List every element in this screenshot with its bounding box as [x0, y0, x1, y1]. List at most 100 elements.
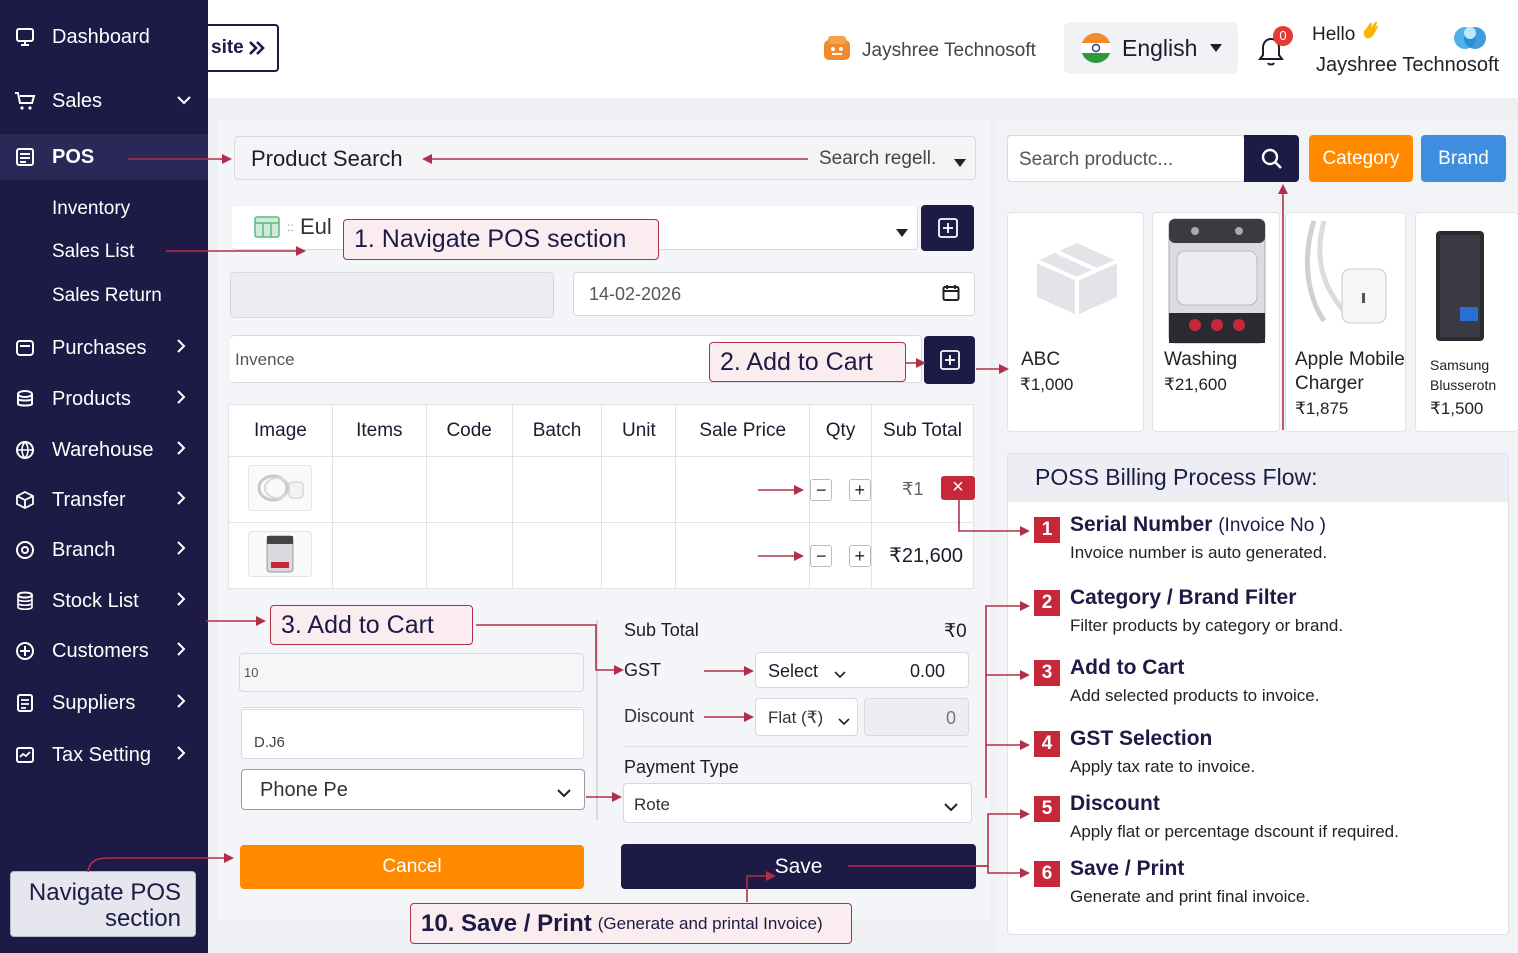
step-description: Filter products by category or brand. [1070, 616, 1344, 635]
sidebar-item-purchases[interactable]: Purchases [0, 325, 208, 371]
greeting: Hello [1312, 20, 1381, 46]
reference-field[interactable] [230, 272, 554, 318]
qty-decrement-button[interactable]: − [810, 478, 833, 501]
sub-total-value: ₹0 [944, 621, 967, 642]
product-card-washing[interactable]: Washing ₹21,600 [1152, 212, 1280, 432]
sidebar-item-products[interactable]: Products [0, 376, 208, 422]
callout-add-to-cart-3: 3. Add to Cart [270, 605, 473, 645]
step-title-note: (Invoice No ) [1218, 515, 1326, 536]
user-avatar[interactable] [1452, 22, 1488, 59]
caret-down-icon [896, 224, 908, 242]
sidebar-item-dashboard[interactable]: Dashboard [0, 14, 208, 60]
product-name: ABC [1021, 349, 1061, 370]
product-card-samsung[interactable]: Samsung Blusserotn ₹1,500 [1415, 212, 1518, 432]
shipping-field[interactable]: D.J6 [241, 707, 584, 759]
brand-filter-button[interactable]: Brand [1421, 135, 1506, 182]
chevron-right-icon [176, 540, 186, 561]
product-card-apple-charger[interactable]: Apple Mobile Charger ₹1,875 [1285, 212, 1406, 432]
step-number: 6 [1034, 861, 1060, 887]
sidebar-item-pos[interactable]: POS [0, 134, 208, 180]
stack-icon [14, 590, 36, 612]
search-button[interactable] [1244, 135, 1299, 182]
product-card-abc[interactable]: ABC ₹1,000 [1007, 212, 1144, 432]
product-search-input-placeholder: Search productc... [1019, 149, 1174, 170]
branch-icon [14, 539, 36, 561]
sidebar-item-suppliers[interactable]: Suppliers [0, 680, 208, 726]
document-icon [14, 146, 36, 168]
company-name: Jayshree Technosoft [862, 40, 1036, 61]
sidebar-item-transfer[interactable]: Transfer [0, 477, 208, 523]
batch-cell [511, 522, 603, 589]
save-button[interactable]: Save [621, 844, 976, 889]
sidebar-item-label: Customers [52, 639, 149, 662]
discount-value-field[interactable]: 0 [864, 698, 969, 736]
step-title: Discount [1070, 792, 1160, 815]
step-description: Invoice number is auto generated. [1070, 543, 1328, 562]
discount-type-select[interactable]: Flat (₹) [755, 698, 858, 736]
qty-increment-button[interactable]: + [848, 544, 871, 567]
step-title: GST Selection [1070, 727, 1213, 750]
step-title: Serial Number (Invoice No ) [1070, 513, 1326, 537]
sidebar-item-tax-setting[interactable]: Tax Setting [0, 732, 208, 778]
step-title: Category / Brand Filter [1070, 586, 1297, 609]
product-image-cell [228, 522, 333, 589]
sidebar-subitem-sales-list[interactable]: Sales List [52, 241, 134, 263]
column-header: Image [228, 404, 333, 457]
chevron-right-icon [176, 745, 186, 766]
product-name: Apple Mobile [1295, 349, 1405, 370]
cart-header-row: Image Items Code Batch Unit Sale Price Q… [228, 404, 974, 457]
gst-value: 0.00 [910, 661, 946, 681]
sidebar-item-stock-list[interactable]: Stock List [0, 578, 208, 624]
sidebar-item-sales[interactable]: Sales [0, 78, 208, 124]
payment-method-select[interactable]: Phone Pe [241, 769, 585, 810]
sidebar-item-label: Stock List [52, 589, 139, 612]
product-search-input[interactable]: Search productc... [1007, 135, 1245, 182]
payment-type-select[interactable]: Rote [623, 783, 972, 823]
sidebar-item-warehouse[interactable]: Warehouse [0, 427, 208, 473]
sidebar-item-label: POS [52, 145, 95, 168]
cart-icon [14, 90, 36, 112]
step-description: Add selected products to invoice. [1070, 686, 1320, 705]
chevron-right-icon [176, 641, 186, 662]
qty-increment-button[interactable]: + [848, 478, 871, 501]
column-header: Qty [809, 404, 872, 457]
payment-method-value: Phone Pe [260, 779, 348, 801]
calendar-icon[interactable] [942, 284, 960, 307]
callout-navigate-pos: 1. Navigate POS section [343, 219, 659, 260]
sidebar-item-label: Branch [52, 538, 116, 561]
double-chevron-right-icon [248, 40, 266, 56]
date-value: 14-02-2026 [589, 284, 682, 304]
search-icon [1261, 148, 1283, 170]
note-field[interactable]: 10 [239, 653, 584, 692]
callout-add-to-cart-2: 2. Add to Cart [709, 342, 906, 382]
step-number: 1 [1034, 517, 1060, 543]
sidebar-subitem-inventory[interactable]: Inventory [52, 198, 130, 220]
payment-type-label: Payment Type [624, 757, 739, 777]
sidebar-item-customers[interactable]: Customers [0, 628, 208, 674]
gst-select[interactable]: Select 0.00 [755, 652, 969, 688]
cart-table: Image Items Code Batch Unit Sale Price Q… [228, 404, 974, 589]
language-select[interactable]: English [1064, 22, 1238, 74]
database-icon [14, 388, 36, 410]
sidebar-item-branch[interactable]: Branch [0, 527, 208, 573]
language-label: English [1122, 34, 1198, 61]
category-filter-button[interactable]: Category [1309, 135, 1413, 182]
box-icon [14, 489, 36, 511]
step-number: 5 [1034, 796, 1060, 822]
product-image-cell [228, 456, 333, 523]
add-to-cart-button[interactable] [924, 336, 975, 384]
batch-cell [511, 456, 603, 523]
product-search-bar[interactable]: Product Search Search regell. [234, 136, 976, 180]
sidebar-subitem-sales-return[interactable]: Sales Return [52, 285, 162, 307]
visit-site-button[interactable]: site [208, 24, 279, 72]
sidebar-item-label: Suppliers [52, 691, 136, 714]
qty-decrement-button[interactable]: − [810, 544, 833, 567]
callout-save-print: 10. Save / Print (Generate and printal I… [410, 903, 852, 944]
date-field[interactable]: 14-02-2026 [573, 272, 975, 316]
product-search-placeholder: Search regell. [819, 148, 937, 169]
cancel-button[interactable]: Cancel [240, 845, 584, 889]
sidebar-item-label: Sales [52, 89, 103, 112]
add-customer-button[interactable] [921, 205, 974, 251]
remove-item-button[interactable]: × [941, 476, 975, 500]
sub-total-label: Sub Total [624, 620, 699, 640]
